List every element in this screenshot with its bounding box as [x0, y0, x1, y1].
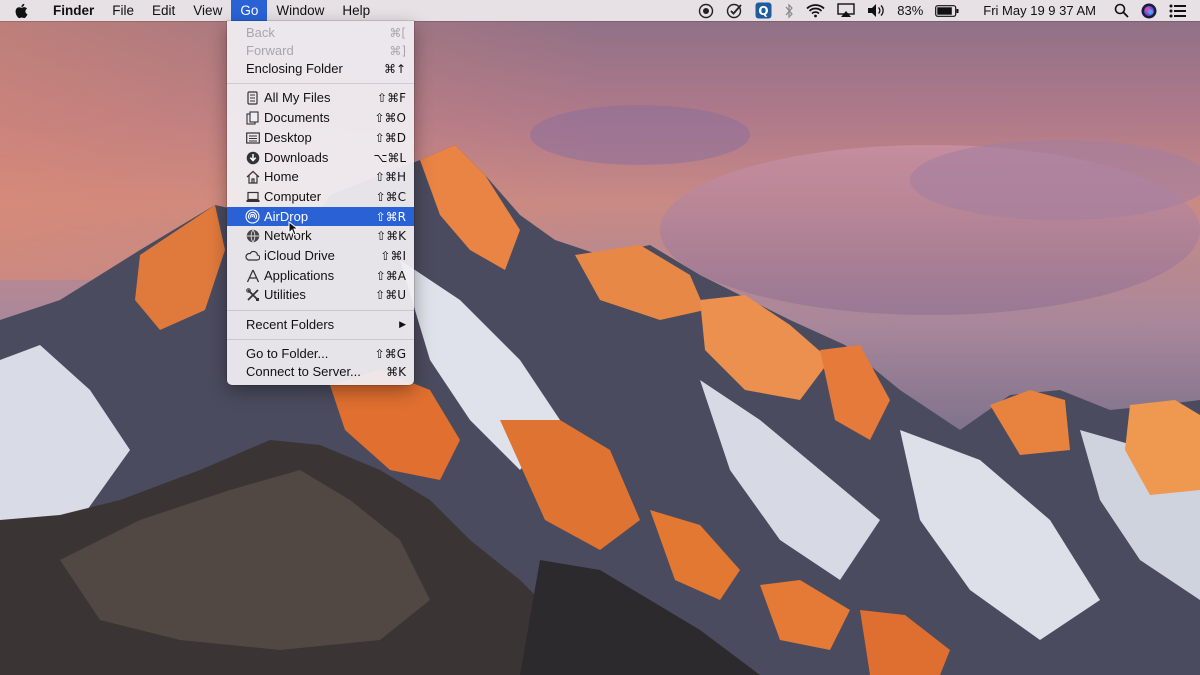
siri-icon[interactable]: [1141, 0, 1157, 21]
menu-view[interactable]: View: [184, 0, 231, 21]
menu-item-all-my-files[interactable]: All My Files ⇧⌘F: [227, 88, 414, 107]
battery-icon[interactable]: [935, 0, 959, 21]
clock[interactable]: Fri May 19 9 37 AM: [983, 3, 1096, 18]
menu-item-desktop[interactable]: Desktop ⇧⌘D: [227, 128, 414, 147]
mouse-pointer-icon: [288, 220, 300, 241]
status-area: Q 83% Fri May 19 9 37 AM: [698, 0, 1200, 21]
menu-item-enclosing-folder[interactable]: Enclosing Folder ⌘↑: [227, 59, 414, 78]
menu-item-icloud-drive[interactable]: iCloud Drive ⇧⌘I: [227, 246, 414, 265]
menu-bar: Finder File Edit View Go Window Help Q 8…: [0, 0, 1200, 21]
shortcut: ⇧⌘A: [375, 268, 406, 283]
menu-item-home[interactable]: Home ⇧⌘H: [227, 167, 414, 186]
menu-item-applications[interactable]: Applications ⇧⌘A: [227, 266, 414, 285]
submenu-arrow-icon: ▶: [399, 319, 406, 330]
home-icon: [245, 169, 260, 184]
shortcut: ⇧⌘F: [377, 90, 406, 105]
menu-item-go-to-folder[interactable]: Go to Folder... ⇧⌘G: [227, 344, 414, 363]
icloud-icon: [245, 248, 260, 263]
menu-help[interactable]: Help: [333, 0, 379, 21]
network-icon: [245, 228, 260, 243]
menu-item-computer[interactable]: Computer ⇧⌘C: [227, 187, 414, 206]
shortcut: ⇧⌘D: [374, 130, 406, 145]
shortcut: ⌘↑: [383, 61, 406, 76]
battery-percent: 83%: [897, 3, 924, 18]
apple-logo-icon[interactable]: [0, 3, 44, 19]
menu-separator: [227, 83, 414, 84]
menu-item-utilities[interactable]: Utilities ⇧⌘U: [227, 285, 414, 304]
menu-separator: [227, 310, 414, 311]
menu-item-airdrop[interactable]: AirDrop ⇧⌘R: [227, 207, 414, 226]
airdrop-icon: [245, 209, 260, 224]
applications-icon: [245, 268, 260, 283]
bluetooth-icon[interactable]: [784, 0, 794, 21]
documents-icon: [245, 110, 260, 125]
utilities-icon: [245, 287, 260, 302]
shortcut: ⇧⌘I: [380, 248, 406, 263]
search-icon[interactable]: [1114, 0, 1129, 21]
menu-file[interactable]: File: [103, 0, 143, 21]
shortcut: ⇧⌘H: [374, 169, 406, 184]
airplay-icon[interactable]: [837, 0, 855, 21]
desktop-wallpaper: [0, 0, 1200, 675]
shortcut: ⌘]: [389, 43, 406, 58]
app-menu-finder[interactable]: Finder: [44, 0, 103, 21]
all-files-icon: [245, 90, 260, 105]
shortcut: ⇧⌘R: [375, 209, 406, 224]
wifi-icon[interactable]: [806, 0, 825, 21]
go-menu-dropdown: Back ⌘[ Forward ⌘] Enclosing Folder ⌘↑ A…: [227, 21, 414, 385]
shortcut: ⌥⌘L: [373, 150, 406, 165]
q-app-icon[interactable]: Q: [755, 0, 772, 21]
checkmark-circle-icon[interactable]: [726, 0, 743, 21]
menu-go[interactable]: Go: [231, 0, 268, 21]
shortcut: ⌘[: [389, 25, 406, 40]
menu-item-back[interactable]: Back ⌘[: [227, 23, 414, 42]
shortcut: ⌘K: [386, 364, 406, 379]
menu-item-connect-to-server[interactable]: Connect to Server... ⌘K: [227, 362, 414, 381]
volume-icon[interactable]: [867, 0, 885, 21]
computer-icon: [245, 189, 260, 204]
shortcut: ⇧⌘U: [375, 287, 406, 302]
shortcut: ⇧⌘K: [376, 228, 406, 243]
menu-item-downloads[interactable]: Downloads ⌥⌘L: [227, 148, 414, 167]
record-icon[interactable]: [698, 0, 714, 21]
menu-item-forward[interactable]: Forward ⌘]: [227, 41, 414, 60]
menu-separator: [227, 339, 414, 340]
menu-item-recent-folders[interactable]: Recent Folders ▶: [227, 315, 414, 334]
svg-text:Q: Q: [759, 4, 769, 18]
menu-item-network[interactable]: Network ⇧⌘K: [227, 226, 414, 245]
mountain-landscape: [0, 20, 1200, 675]
menu-edit[interactable]: Edit: [143, 0, 184, 21]
shortcut: ⇧⌘G: [374, 346, 406, 361]
shortcut: ⇧⌘C: [375, 189, 406, 204]
desktop-icon: [245, 130, 260, 145]
shortcut: ⇧⌘O: [374, 110, 407, 125]
menu-window[interactable]: Window: [267, 0, 333, 21]
notification-center-icon[interactable]: [1169, 0, 1186, 21]
menu-item-documents[interactable]: Documents ⇧⌘O: [227, 108, 414, 127]
downloads-icon: [245, 150, 260, 165]
